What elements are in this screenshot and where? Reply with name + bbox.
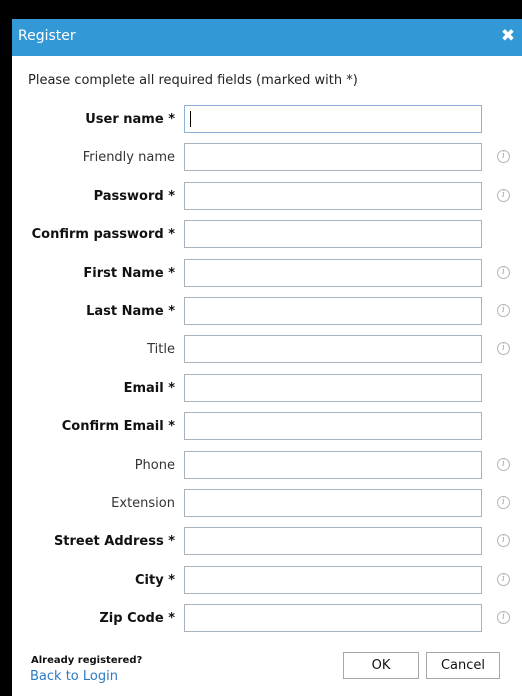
form-row: Last Name * i [12, 297, 522, 327]
field-label: Title [147, 342, 175, 357]
field-input[interactable] [184, 335, 482, 363]
info-icon[interactable]: i [497, 150, 510, 163]
form-row: First Name * i [12, 259, 522, 289]
info-icon[interactable]: i [497, 266, 510, 279]
field-input[interactable] [184, 489, 482, 517]
field-label: Password * [93, 189, 175, 204]
field-label: Last Name * [86, 304, 175, 319]
instruction-text: Please complete all required fields (mar… [28, 73, 358, 88]
field-input[interactable] [184, 566, 482, 594]
field-label: First Name * [83, 266, 175, 281]
field-label: Confirm Email * [61, 419, 175, 434]
field-input[interactable] [184, 105, 482, 133]
form-row: Extension i [12, 489, 522, 519]
field-label: Zip Code * [99, 611, 175, 626]
field-label: Extension [111, 496, 175, 511]
field-input[interactable] [184, 374, 482, 402]
info-icon[interactable]: i [497, 573, 510, 586]
form-row: City * i [12, 566, 522, 596]
dialog-title: Register [18, 28, 76, 44]
form-row: Phone i [12, 451, 522, 481]
form-row: Email * [12, 374, 522, 404]
form-row: Password * i [12, 182, 522, 212]
text-cursor [190, 111, 191, 127]
form-row: Confirm Email * [12, 412, 522, 442]
info-icon[interactable]: i [497, 189, 510, 202]
ok-button[interactable]: OK [343, 652, 419, 679]
form-row: Zip Code * i [12, 604, 522, 634]
field-input[interactable] [184, 604, 482, 632]
field-input[interactable] [184, 182, 482, 210]
field-label: Street Address * [53, 534, 175, 549]
field-input[interactable] [184, 143, 482, 171]
field-input[interactable] [184, 527, 482, 555]
info-icon[interactable]: i [497, 611, 510, 624]
close-icon[interactable]: ✖ [500, 27, 516, 45]
field-input[interactable] [184, 412, 482, 440]
field-label: Friendly name [82, 150, 175, 165]
field-label: Phone [134, 458, 175, 473]
info-icon[interactable]: i [497, 304, 510, 317]
already-registered-text: Already registered? [31, 655, 143, 666]
field-input[interactable] [184, 220, 482, 248]
register-dialog: Register ✖ Please complete all required … [12, 19, 522, 696]
info-icon[interactable]: i [497, 458, 510, 471]
info-icon[interactable]: i [497, 496, 510, 509]
field-label: City * [134, 573, 175, 588]
form-row: Friendly name i [12, 143, 522, 173]
field-label: Email * [123, 381, 175, 396]
form-row: Confirm password * [12, 220, 522, 250]
field-input[interactable] [184, 451, 482, 479]
form-row: Street Address * i [12, 527, 522, 557]
info-icon[interactable]: i [497, 342, 510, 355]
dialog-titlebar: Register ✖ [12, 19, 522, 56]
form-row: User name * [12, 105, 522, 135]
info-icon[interactable]: i [497, 534, 510, 547]
form-row: Title i [12, 335, 522, 365]
cancel-button[interactable]: Cancel [426, 652, 500, 679]
back-to-login-link[interactable]: Back to Login [30, 669, 118, 684]
field-label: User name * [85, 112, 175, 127]
field-input[interactable] [184, 297, 482, 325]
field-label: Confirm password * [31, 227, 175, 242]
field-input[interactable] [184, 259, 482, 287]
